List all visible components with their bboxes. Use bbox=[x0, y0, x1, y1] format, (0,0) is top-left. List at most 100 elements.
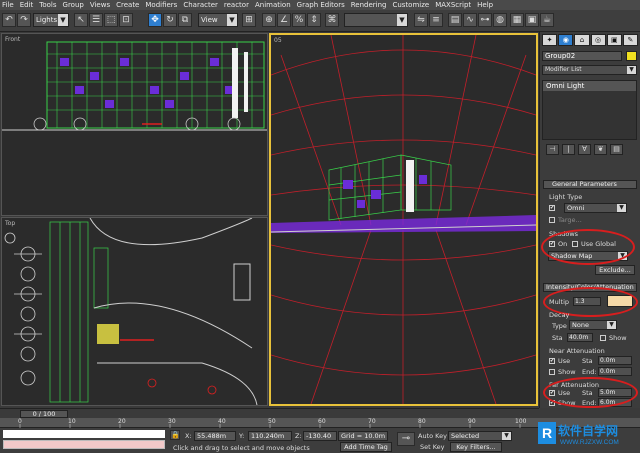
make-unique-icon[interactable]: ∀ bbox=[578, 144, 591, 155]
stack-buttons: ⊣ | ∀ ❦ ▤ bbox=[542, 144, 637, 156]
menu-modifiers[interactable]: Modifiers bbox=[145, 1, 177, 9]
z-coord-label: Z: bbox=[295, 432, 302, 440]
near-start-spinner[interactable]: 0.0m bbox=[598, 356, 632, 365]
menu-tools[interactable]: Tools bbox=[39, 1, 56, 9]
menu-animation[interactable]: Animation bbox=[255, 1, 291, 9]
targeted-checkbox[interactable] bbox=[549, 217, 555, 223]
layer-manager-icon[interactable]: ▤ bbox=[448, 13, 462, 27]
show-end-result-icon[interactable]: | bbox=[562, 144, 575, 155]
undo-icon[interactable]: ↶ bbox=[2, 13, 16, 27]
window-crossing-icon[interactable]: ⊡ bbox=[119, 13, 133, 27]
schematic-view-icon[interactable]: ⊶ bbox=[478, 13, 492, 27]
maxscript-listener-mini[interactable] bbox=[3, 430, 165, 438]
general-parameters-rollout[interactable]: General Parameters bbox=[543, 180, 637, 189]
main-toolbar: ↶ ↷ Lights ▼ ↖ ☰ ⬚ ⊡ ✥ ↻ ⧉ View ▼ ⊞ ⊕ ∠ % … bbox=[0, 10, 640, 32]
menu-maxscript[interactable]: MAXScript bbox=[435, 1, 471, 9]
render-setup-icon[interactable]: ▦ bbox=[510, 13, 524, 27]
selection-region-icon[interactable]: ⬚ bbox=[104, 13, 118, 27]
named-selection-select[interactable]: ▼ bbox=[344, 13, 408, 27]
select-scale-icon[interactable]: ⧉ bbox=[178, 13, 192, 27]
set-key-icon[interactable]: ⊸ bbox=[397, 432, 415, 446]
percent-snap-icon[interactable]: % bbox=[292, 13, 306, 27]
light-on-checkbox[interactable]: ✔ bbox=[549, 205, 555, 211]
modify-tab-icon[interactable]: ◉ bbox=[558, 34, 574, 46]
create-tab-icon[interactable]: ✦ bbox=[542, 34, 558, 46]
exclude-button[interactable]: Exclude... bbox=[595, 265, 635, 275]
menu-character[interactable]: Character bbox=[183, 1, 218, 9]
select-rotate-icon[interactable]: ↻ bbox=[163, 13, 177, 27]
material-editor-icon[interactable]: ◍ bbox=[493, 13, 507, 27]
menu-rendering[interactable]: Rendering bbox=[351, 1, 387, 9]
decay-start-spinner[interactable]: 40.0m bbox=[567, 333, 593, 342]
menu-customize[interactable]: Customize bbox=[392, 1, 429, 9]
menu-views[interactable]: Views bbox=[90, 1, 110, 9]
configure-sets-icon[interactable]: ▤ bbox=[610, 144, 623, 155]
near-start-label: Sta bbox=[582, 357, 593, 365]
z-coord-field[interactable]: -130.40 bbox=[303, 431, 337, 441]
display-tab-icon[interactable]: ▣ bbox=[606, 34, 622, 46]
render-frame-icon[interactable]: ▣ bbox=[525, 13, 539, 27]
set-key-button[interactable]: Set Key bbox=[420, 443, 445, 451]
pin-stack-icon[interactable]: ⊣ bbox=[546, 144, 559, 155]
menu-reactor[interactable]: reactor bbox=[224, 1, 249, 9]
angle-snap-icon[interactable]: ∠ bbox=[277, 13, 291, 27]
edit-named-sel-icon[interactable]: ⌘ bbox=[325, 13, 339, 27]
motion-tab-icon[interactable]: ◎ bbox=[590, 34, 606, 46]
menu-edit[interactable]: Edit bbox=[20, 1, 34, 9]
auto-key-button[interactable]: Auto Key bbox=[418, 432, 447, 440]
near-show-label: Show bbox=[558, 368, 576, 376]
light-type-select[interactable]: Omni ▼ bbox=[564, 203, 627, 213]
track-tick-90: 90 bbox=[468, 418, 476, 425]
decay-type-select[interactable]: None ▼ bbox=[569, 320, 617, 330]
object-color-swatch[interactable] bbox=[626, 51, 637, 61]
menu-create[interactable]: Create bbox=[116, 1, 139, 9]
near-use-checkbox[interactable]: ✔ bbox=[549, 358, 555, 364]
utilities-tab-icon[interactable]: ✎ bbox=[622, 34, 639, 46]
track-tick-80: 80 bbox=[418, 418, 426, 425]
near-end-spinner[interactable]: 0.0m bbox=[598, 367, 632, 376]
hierarchy-tab-icon[interactable]: ⌂ bbox=[574, 34, 590, 46]
select-by-name-icon[interactable]: ☰ bbox=[89, 13, 103, 27]
command-panel-tabs: ✦ ◉ ⌂ ◎ ▣ ✎ bbox=[542, 34, 639, 46]
menu-bar: File Edit Tools Group Views Create Modif… bbox=[0, 0, 640, 10]
quick-render-icon[interactable]: ☕ bbox=[540, 13, 554, 27]
stack-item-omni-light[interactable]: Omni Light bbox=[543, 81, 636, 91]
x-coord-field[interactable]: 55.488m bbox=[194, 431, 236, 441]
viewport-top[interactable]: Top bbox=[1, 217, 268, 406]
select-object-icon[interactable]: ↖ bbox=[74, 13, 88, 27]
menu-graph-editors[interactable]: Graph Editors bbox=[297, 1, 345, 9]
spinner-snap-icon[interactable]: ⇕ bbox=[307, 13, 321, 27]
selection-filter-select[interactable]: Lights ▼ bbox=[33, 13, 69, 27]
redo-icon[interactable]: ↷ bbox=[17, 13, 31, 27]
time-slider[interactable]: 0 / 100 bbox=[0, 408, 539, 418]
lock-selection-icon[interactable]: 🔒 bbox=[170, 430, 180, 440]
time-slider-thumb[interactable]: 0 / 100 bbox=[20, 410, 68, 418]
modifier-list-select[interactable]: Modifier List ▼ bbox=[542, 65, 637, 75]
viewport-front[interactable]: Front bbox=[1, 33, 268, 216]
command-panel: ✦ ◉ ⌂ ◎ ▣ ✎ Group02 Modifier List ▼ Omni … bbox=[539, 32, 640, 408]
key-filters-button[interactable]: Key Filters... bbox=[450, 442, 502, 452]
near-show-checkbox[interactable] bbox=[549, 369, 555, 375]
menu-group[interactable]: Group bbox=[63, 1, 84, 9]
remove-modifier-icon[interactable]: ❦ bbox=[594, 144, 607, 155]
align-icon[interactable]: ≡ bbox=[429, 13, 443, 27]
key-selection-select[interactable]: Selected ▼ bbox=[448, 431, 512, 441]
object-name-field[interactable]: Group02 bbox=[542, 51, 622, 61]
pivot-icon[interactable]: ⊞ bbox=[242, 13, 256, 27]
decay-show-label: Show bbox=[609, 334, 627, 342]
snap-icon[interactable]: ⊕ bbox=[262, 13, 276, 27]
viewport-perspective[interactable]: 05 bbox=[269, 33, 538, 406]
decay-start-label: Sta bbox=[552, 334, 563, 342]
menu-help[interactable]: Help bbox=[477, 1, 493, 9]
decay-show-checkbox[interactable] bbox=[600, 335, 606, 341]
mirror-icon[interactable]: ⇋ bbox=[414, 13, 428, 27]
grid-readout: Grid = 10.0m bbox=[338, 431, 388, 441]
add-time-tag-button[interactable]: Add Time Tag bbox=[340, 442, 392, 452]
maxscript-output-mini[interactable] bbox=[3, 440, 165, 449]
modifier-stack[interactable]: Omni Light bbox=[542, 80, 637, 140]
curve-editor-icon[interactable]: ∿ bbox=[463, 13, 477, 27]
y-coord-field[interactable]: 110.240m bbox=[248, 431, 292, 441]
reference-coord-select[interactable]: View ▼ bbox=[198, 13, 238, 27]
select-move-icon[interactable]: ✥ bbox=[148, 13, 162, 27]
menu-file[interactable]: File bbox=[2, 1, 14, 9]
